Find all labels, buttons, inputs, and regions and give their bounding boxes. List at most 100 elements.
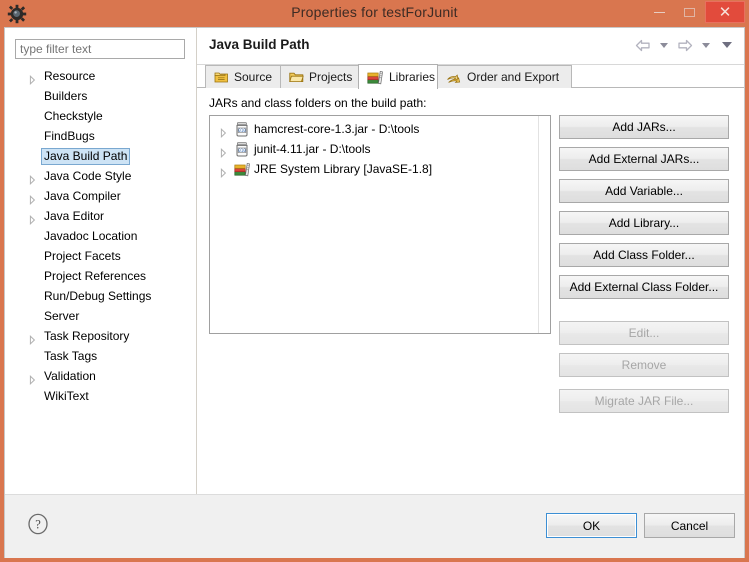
sidebar-item-resource[interactable]: Resource	[5, 66, 195, 86]
svg-text:?: ?	[35, 518, 41, 532]
expand-arrow-icon[interactable]	[220, 124, 227, 138]
build-path-entry-label: hamcrest-core-1.3.jar - D:\tools	[254, 122, 420, 136]
jar-icon: 010	[234, 142, 250, 157]
sidebar-item-label: Project Facets	[44, 249, 121, 263]
expand-arrow-icon[interactable]	[29, 191, 36, 205]
close-icon: ✕	[718, 2, 732, 21]
tab-projects[interactable]: Projects	[280, 65, 359, 88]
library-books-icon	[367, 70, 384, 85]
maximize-button[interactable]	[675, 1, 703, 23]
settings-page-panel: Java Build Path Source Projects Librarie…	[197, 28, 744, 494]
sidebar-item-label: Javadoc Location	[44, 229, 138, 243]
build-path-entries-list[interactable]: 010 hamcrest-core-1.3.jar - D:\tools 010 ju…	[209, 115, 551, 334]
sidebar-item-label: Validation	[44, 369, 96, 383]
expand-arrow-icon[interactable]	[29, 371, 36, 385]
sidebar-item-server[interactable]: Server	[5, 306, 195, 326]
tab-source[interactable]: Source	[205, 65, 281, 88]
sidebar-item-checkstyle[interactable]: Checkstyle	[5, 106, 195, 126]
title-bar: Properties for testForJunit ✕	[0, 0, 749, 27]
maximize-icon	[683, 7, 695, 17]
build-path-entry[interactable]: 010 junit-4.11.jar - D:\tools	[210, 139, 550, 159]
sidebar-item-wikitext[interactable]: WikiText	[5, 386, 195, 406]
add-external-class-folder-button[interactable]: Add External Class Folder...	[559, 275, 729, 299]
add-library-button[interactable]: Add Library...	[559, 211, 729, 235]
active-tab-mask	[359, 87, 437, 89]
sidebar-item-java-editor[interactable]: Java Editor	[5, 206, 195, 226]
sidebar-item-label: WikiText	[44, 389, 89, 403]
forward-dropdown-icon[interactable]	[697, 36, 715, 54]
sidebar-item-label: Java Code Style	[44, 169, 132, 183]
sidebar-item-project-references[interactable]: Project References	[5, 266, 195, 286]
cancel-button[interactable]: Cancel	[644, 513, 735, 538]
sidebar-item-java-code-style[interactable]: Java Code Style	[5, 166, 195, 186]
dialog-footer: ? OK Cancel	[5, 494, 744, 558]
sidebar-item-task-tags[interactable]: Task Tags	[5, 346, 195, 366]
dialog-client-area: Resource Builders Checkstyle FindBugs Java B…	[4, 27, 745, 558]
sidebar-item-label: Java Build Path	[41, 148, 131, 165]
close-button[interactable]: ✕	[705, 1, 745, 23]
expand-arrow-icon[interactable]	[29, 71, 36, 85]
add-variable-button[interactable]: Add Variable...	[559, 179, 729, 203]
source-package-icon	[214, 70, 229, 84]
remove-button: Remove	[559, 353, 729, 377]
build-path-entry-label: junit-4.11.jar - D:\tools	[254, 142, 371, 156]
tab-label: Source	[234, 70, 273, 84]
forward-arrow-icon[interactable]	[676, 36, 694, 54]
back-arrow-icon[interactable]	[634, 36, 652, 54]
expand-arrow-icon[interactable]	[29, 211, 36, 225]
filter-input[interactable]	[15, 39, 185, 59]
sidebar-item-label: Project References	[44, 269, 147, 283]
build-path-tabs: Source Projects Libraries Order and Export	[205, 64, 744, 89]
add-jars-button[interactable]: Add JARs...	[559, 115, 729, 139]
sidebar-item-label: Java Editor	[44, 209, 105, 223]
expand-arrow-icon[interactable]	[29, 171, 36, 185]
sidebar-item-task-repository[interactable]: Task Repository	[5, 326, 195, 346]
view-menu-icon[interactable]	[718, 36, 736, 54]
sidebar-item-label: Checkstyle	[44, 109, 103, 123]
sidebar-item-label: Task Repository	[44, 329, 130, 343]
sidebar-item-java-compiler[interactable]: Java Compiler	[5, 186, 195, 206]
tab-order-and-export[interactable]: Order and Export	[437, 65, 572, 88]
tab-label: Libraries	[389, 70, 436, 84]
minimize-button[interactable]	[645, 1, 673, 23]
sidebar-item-label: Builders	[44, 89, 88, 103]
libraries-tab-content: JARs and class folders on the build path…	[197, 88, 744, 494]
expand-arrow-icon[interactable]	[29, 331, 36, 345]
expand-arrow-icon[interactable]	[220, 144, 227, 158]
folder-icon	[289, 70, 304, 84]
build-path-entry[interactable]: 010 hamcrest-core-1.3.jar - D:\tools	[210, 119, 550, 139]
sidebar-item-builders[interactable]: Builders	[5, 86, 195, 106]
add-class-folder-button[interactable]: Add Class Folder...	[559, 243, 729, 267]
svg-text:010: 010	[238, 148, 246, 153]
help-question-icon[interactable]: ?	[27, 513, 49, 535]
back-dropdown-icon[interactable]	[655, 36, 673, 54]
vertical-scrollbar[interactable]	[538, 116, 550, 333]
page-header: Java Build Path	[197, 28, 744, 65]
content-label: JARs and class folders on the build path…	[209, 96, 427, 110]
sidebar-item-label: Server	[44, 309, 80, 323]
sidebar-item-findbugs[interactable]: FindBugs	[5, 126, 195, 146]
expand-arrow-icon[interactable]	[220, 164, 227, 178]
add-external-jars-button[interactable]: Add External JARs...	[559, 147, 729, 171]
migrate-jar-file-button: Migrate JAR File...	[559, 389, 729, 413]
sidebar-item-validation[interactable]: Validation	[5, 366, 195, 386]
jar-entry-container: 010 hamcrest-core-1.3.jar - D:\tools 010 ju…	[210, 119, 550, 179]
library-books-icon	[234, 162, 250, 177]
sidebar-item-javadoc-location[interactable]: Javadoc Location	[5, 226, 195, 246]
build-path-entry[interactable]: JRE System Library [JavaSE-1.8]	[210, 159, 550, 179]
sidebar-item-java-build-path[interactable]: Java Build Path	[5, 146, 195, 166]
ok-button[interactable]: OK	[546, 513, 637, 538]
jar-icon: 010	[234, 122, 250, 137]
tab-label: Order and Export	[467, 70, 560, 84]
sidebar-item-label: Run/Debug Settings	[44, 289, 152, 303]
sidebar-item-run-debug-settings[interactable]: Run/Debug Settings	[5, 286, 195, 306]
sidebar-item-label: FindBugs	[44, 129, 95, 143]
minimize-icon	[653, 11, 665, 13]
page-title: Java Build Path	[209, 37, 310, 52]
tab-libraries[interactable]: Libraries	[358, 64, 438, 89]
window-title: Properties for testForJunit	[291, 4, 458, 20]
sidebar-tree: Resource Builders Checkstyle FindBugs Java B…	[5, 66, 195, 406]
sidebar-item-label: Java Compiler	[44, 189, 121, 203]
properties-dialog-window: Properties for testForJunit ✕ Resource Bu…	[0, 0, 749, 562]
sidebar-item-project-facets[interactable]: Project Facets	[5, 246, 195, 266]
